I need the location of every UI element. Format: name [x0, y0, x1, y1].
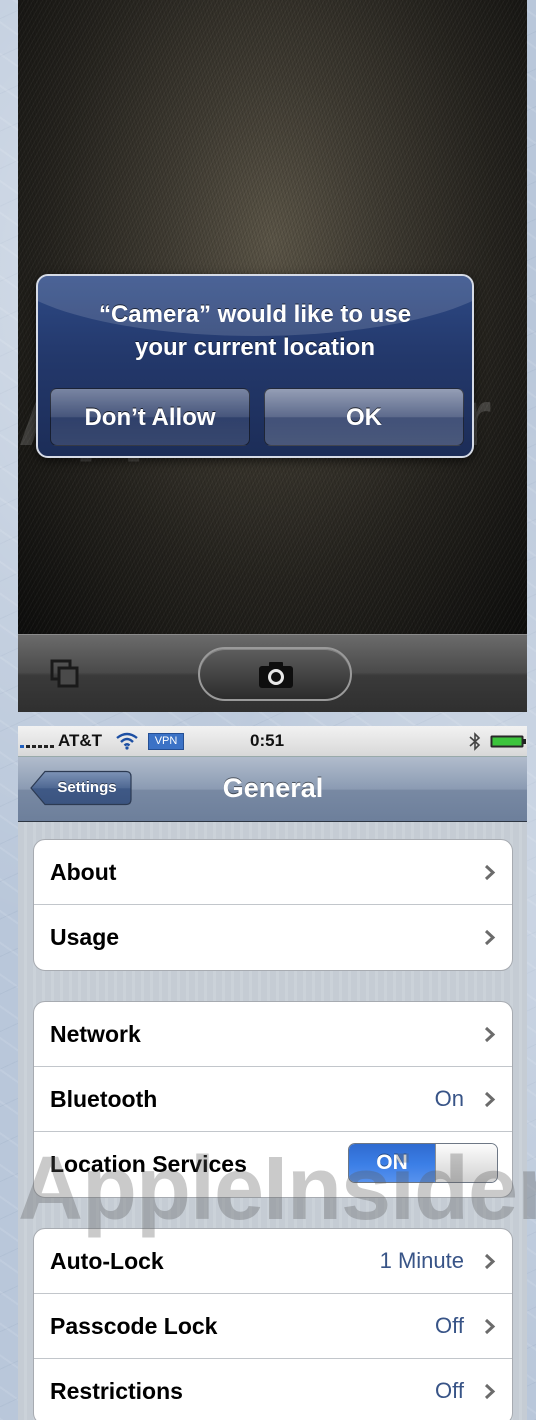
settings-row-restrictions[interactable]: Restrictions Off: [34, 1359, 512, 1420]
settings-row-usage[interactable]: Usage: [34, 905, 512, 970]
settings-back-button[interactable]: Settings: [30, 770, 132, 806]
chevron-right-icon: [484, 864, 496, 881]
page-title: General: [222, 773, 324, 803]
camera-roll-icon[interactable]: [50, 659, 80, 689]
status-bar: AT&T VPN 0:51: [18, 726, 527, 757]
chevron-right-icon: [484, 1318, 496, 1335]
carrier-name: AT&T: [58, 731, 103, 750]
row-label-bluetooth: Bluetooth: [50, 1086, 158, 1112]
battery-icon: [490, 735, 526, 748]
settings-group-security: Auto-Lock 1 Minute Passcode Lock Off Res…: [33, 1228, 513, 1420]
vpn-badge: VPN: [148, 733, 184, 750]
row-label-network: Network: [50, 1021, 141, 1047]
settings-row-bluetooth[interactable]: Bluetooth On: [34, 1067, 512, 1132]
settings-group-info: About Usage: [33, 839, 513, 971]
settings-row-passcode-lock[interactable]: Passcode Lock Off: [34, 1294, 512, 1359]
alert-message-line-2: your current location: [134, 334, 376, 361]
chevron-right-icon: [484, 1253, 496, 1270]
chevron-right-icon: [484, 929, 496, 946]
shutter-button[interactable]: [198, 647, 352, 701]
dont-allow-button[interactable]: Don’t Allow: [50, 388, 250, 446]
settings-row-network[interactable]: Network: [34, 1002, 512, 1067]
row-label-restrictions: Restrictions: [50, 1378, 183, 1404]
row-label-usage: Usage: [50, 924, 120, 950]
alert-message-line-1: “Camera” would like to use: [98, 301, 412, 328]
row-value-bluetooth: On: [434, 1086, 464, 1111]
wifi-icon: [116, 732, 138, 750]
status-time: 0:51: [250, 731, 285, 750]
chevron-right-icon: [484, 1026, 496, 1043]
chevron-right-icon: [484, 1383, 496, 1400]
settings-screenshot: AT&T VPN 0:51 Settings General About Usa…: [18, 726, 527, 1420]
chevron-right-icon: [484, 1091, 496, 1108]
location-permission-alert: “Camera” would like to use your current …: [36, 274, 474, 458]
bluetooth-icon: [469, 732, 481, 751]
signal-icon: [20, 745, 54, 748]
row-value-restrictions: Off: [435, 1378, 464, 1403]
watermark-text-settings: AppleInsider: [18, 1139, 536, 1239]
camera-icon: [259, 662, 293, 688]
ok-button[interactable]: OK: [264, 388, 464, 446]
back-button-label: Settings: [57, 779, 117, 796]
navigation-bar: Settings General: [18, 757, 527, 822]
camera-toolbar: [18, 634, 527, 712]
row-label-about: About: [50, 859, 117, 885]
settings-row-about[interactable]: About: [34, 840, 512, 905]
row-value-passcode-lock: Off: [435, 1313, 464, 1338]
row-label-passcode-lock: Passcode Lock: [50, 1313, 218, 1339]
alert-message: “Camera” would like to use your current …: [38, 298, 472, 364]
